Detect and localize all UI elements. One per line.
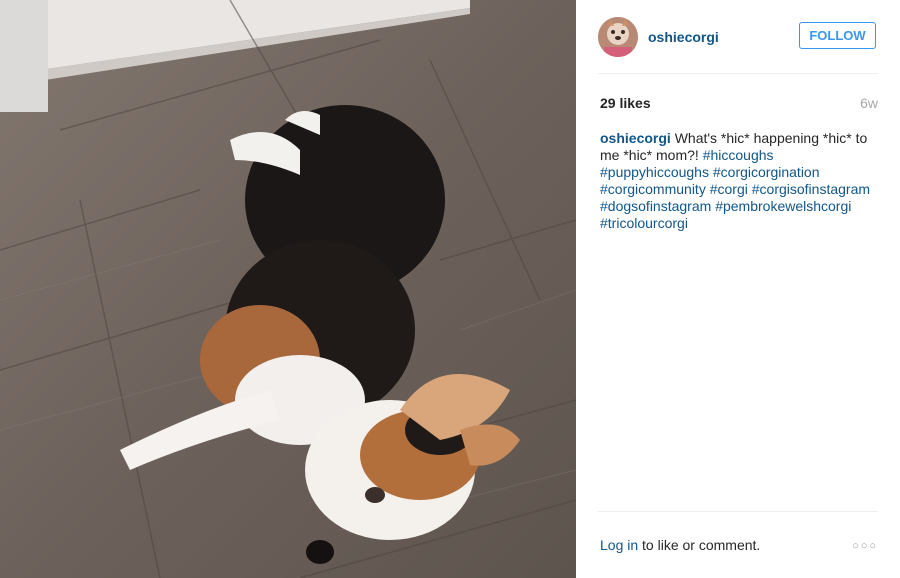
follow-button[interactable]: FOLLOW [799, 22, 876, 49]
login-link[interactable]: Log in [600, 537, 638, 553]
login-prompt: Log in to like or comment. [600, 537, 760, 553]
hashtag[interactable]: #corgisofinstagram [752, 181, 870, 197]
corgi-photo-illustration [0, 0, 576, 578]
footer-divider [598, 511, 878, 512]
instagram-post: oshiecorgi FOLLOW 29 likes 6w oshiecorgi… [0, 0, 900, 578]
hashtag[interactable]: #pembrokewelshcorgi [715, 198, 851, 214]
post-age[interactable]: 6w [860, 95, 878, 111]
post-photo[interactable] [0, 0, 576, 578]
hashtag[interactable]: #corgicommunity [600, 181, 706, 197]
hashtag[interactable]: #hiccoughs [703, 147, 774, 163]
login-prompt-text: to like or comment. [638, 537, 761, 553]
caption-username[interactable]: oshiecorgi [600, 130, 671, 146]
avatar-image [598, 17, 638, 57]
hashtag[interactable]: #corgi [710, 181, 748, 197]
user-avatar[interactable] [598, 17, 638, 57]
hashtag[interactable]: #corgicorgination [713, 164, 820, 180]
more-options-icon[interactable]: ○○○ [852, 540, 878, 552]
post-caption: oshiecorgi What's *hic* happening *hic* … [600, 130, 880, 232]
post-sidebar: oshiecorgi FOLLOW 29 likes 6w oshiecorgi… [576, 0, 900, 578]
hashtag[interactable]: #dogsofinstagram [600, 198, 711, 214]
hashtag[interactable]: #puppyhiccoughs [600, 164, 709, 180]
hashtag[interactable]: #tricolourcorgi [600, 215, 688, 231]
header-divider [598, 73, 878, 74]
likes-count[interactable]: 29 likes [600, 95, 651, 111]
post-username[interactable]: oshiecorgi [648, 29, 719, 45]
post-header: oshiecorgi FOLLOW [598, 14, 878, 62]
